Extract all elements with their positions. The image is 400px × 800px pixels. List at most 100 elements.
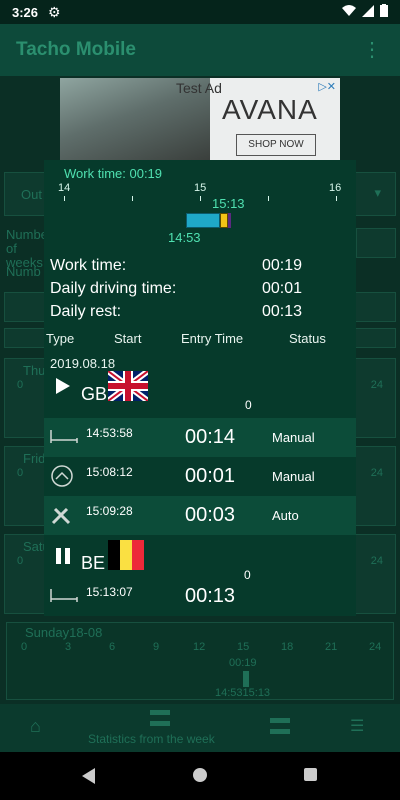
hour-label: 12 — [193, 641, 206, 653]
recents-icon[interactable] — [304, 768, 317, 781]
play-icon — [56, 378, 70, 394]
work-time-dialog: Work time: 00:19 14 15 16 15:13 14:53 Wo… — [44, 160, 356, 616]
sunday-range: 14:5315:13 — [215, 687, 271, 699]
country-code: BE — [81, 553, 106, 573]
summary-value: 00:19 — [262, 257, 303, 274]
row-start: 15:09:28 — [86, 504, 133, 518]
ad-banner[interactable]: Test Ad AVANA SHOP NOW ▷✕ — [60, 78, 340, 160]
home-icon[interactable]: ⌂ — [30, 716, 41, 737]
rest-bar — [186, 213, 220, 228]
weeks-field — [356, 228, 396, 258]
timeline-tick-label: 14 — [58, 182, 71, 194]
timeline-header: Work time: 00:19 14 15 16 15:13 14:53 — [44, 160, 356, 250]
belgium-flag-icon — [108, 540, 144, 570]
status-time: 3:26 — [12, 4, 39, 20]
column-entry-time: Entry Time — [181, 331, 244, 346]
summary-label: Daily rest: — [50, 303, 122, 320]
row-status: Manual — [272, 430, 315, 445]
timeline-end-time: 15:13 — [212, 196, 245, 211]
summary-value: 00:13 — [262, 303, 303, 320]
timeline-tick — [336, 196, 337, 201]
hour-label: 0 — [17, 555, 24, 567]
wifi-icon — [342, 4, 356, 16]
day-label: Thu — [23, 363, 46, 378]
ad-label: Test Ad — [176, 80, 222, 96]
number-label: Numb — [6, 264, 41, 279]
work-bar — [220, 213, 228, 228]
activity-row[interactable]: 14:53:58 00:14 Manual — [44, 418, 356, 457]
column-status: Status — [289, 331, 326, 346]
row-start: 14:53:58 — [86, 426, 133, 440]
tools-icon — [51, 507, 71, 525]
summary-value: 00:01 — [262, 280, 303, 297]
signal-icon — [362, 4, 374, 17]
bed-icon — [50, 430, 78, 443]
hour-label: 24 — [370, 467, 383, 479]
country-code: GB — [81, 384, 108, 404]
timeline-tick-label: 15 — [194, 182, 207, 194]
ad-shop-button[interactable]: SHOP NOW — [236, 134, 316, 156]
status-bar: 3:26 ⚙ — [0, 0, 400, 24]
row-start: 15:13:07 — [86, 585, 133, 599]
month-icon[interactable] — [270, 718, 290, 734]
activity-row[interactable]: 15:08:12 00:01 Manual — [44, 457, 356, 496]
hour-label: 24 — [369, 641, 382, 653]
timeline-tick — [64, 196, 65, 201]
hour-label: 21 — [325, 641, 338, 653]
work-time-label: Work time: 00:19 — [64, 166, 163, 181]
out-label: Out — [21, 187, 42, 202]
row-status: Auto — [272, 508, 299, 523]
nav-label[interactable]: Statistics from the week — [88, 732, 215, 746]
summary-label: Daily driving time: — [50, 280, 177, 297]
timeline-tick-label: 16 — [329, 182, 342, 194]
back-icon[interactable] — [82, 768, 96, 784]
ad-brand: AVANA — [222, 94, 318, 125]
drive-bar — [228, 213, 231, 228]
hour-label: 3 — [65, 641, 72, 653]
uk-flag-icon — [108, 371, 148, 401]
entry-date: 2019.08.18 — [50, 356, 116, 371]
battery-icon — [380, 4, 388, 17]
settings-gear-icon: ⚙ — [48, 3, 61, 20]
hour-label: 0 — [17, 467, 24, 479]
bed-icon — [50, 589, 78, 602]
activity-row[interactable]: 15:13:07 00:13 — [44, 577, 356, 616]
hour-label: 0 — [17, 379, 24, 391]
week-icon[interactable] — [150, 710, 170, 726]
pause-icon — [56, 548, 70, 564]
row-status: Manual — [272, 469, 315, 484]
hour-label: 9 — [153, 641, 160, 653]
sunday-duration: 00:19 — [229, 657, 257, 669]
list-icon[interactable]: ☰ — [350, 716, 364, 736]
system-nav-bar — [0, 752, 400, 800]
row-duration: 00:03 — [185, 504, 236, 526]
timeline-start-time: 14:53 — [168, 230, 201, 245]
dropdown-arrow-icon[interactable]: ▾ — [374, 185, 381, 201]
timeline-tick — [268, 196, 269, 201]
app-bar: Tacho Mobile ⋮ — [0, 24, 400, 76]
app-title: Tacho Mobile — [16, 39, 136, 60]
hour-label: 24 — [370, 379, 383, 391]
hour-label: 15 — [237, 641, 250, 653]
row-duration: 00:14 — [185, 426, 236, 448]
home-circle-icon[interactable] — [193, 768, 207, 782]
hour-label: 6 — [109, 641, 116, 653]
column-start: Start — [114, 331, 142, 346]
ad-choices-icon[interactable]: ▷✕ — [318, 80, 336, 93]
row-duration: 00:01 — [185, 465, 236, 487]
timeline-tick — [132, 196, 133, 201]
bottom-nav: ⌂ Statistics from the week ☰ — [0, 704, 400, 752]
sunday-title: Sunday18-08 — [25, 625, 103, 640]
hour-label: 18 — [281, 641, 294, 653]
column-type: Type — [46, 331, 75, 346]
country-value: 0 — [245, 398, 252, 412]
summary-driving-time: Daily driving time: 00:01 — [50, 280, 350, 298]
activity-row[interactable]: 15:09:28 00:03 Auto — [44, 496, 356, 535]
steering-wheel-icon — [51, 465, 73, 487]
overflow-menu-icon[interactable]: ⋮ — [362, 40, 382, 60]
day-label: Frid — [23, 451, 46, 466]
summary-daily-rest: Daily rest: 00:13 — [50, 303, 350, 321]
summary-work-time: Work time: 00:19 — [50, 257, 350, 275]
hour-label: 0 — [21, 641, 28, 653]
day-card-sunday: Sunday18-08 0 3 6 9 12 15 18 21 24 00:19… — [6, 622, 394, 700]
